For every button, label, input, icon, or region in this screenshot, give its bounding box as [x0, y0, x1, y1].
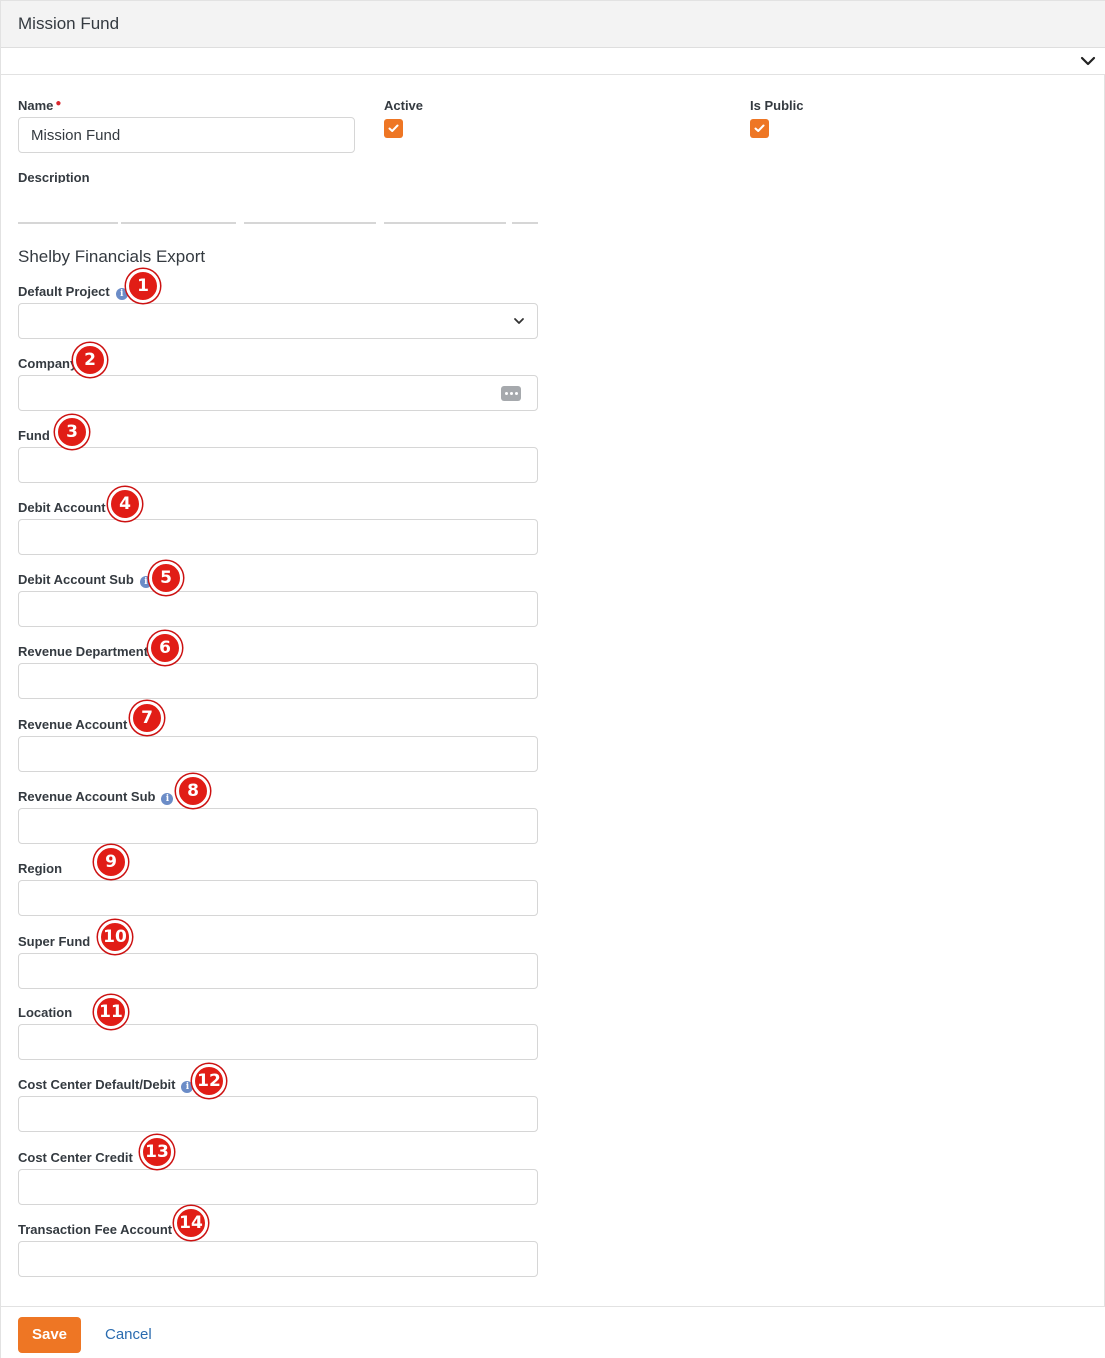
revenue-account-sub-input[interactable] [18, 808, 538, 844]
callout-badge-9: 9 [94, 845, 128, 879]
region-label: Region [18, 861, 62, 876]
callout-badge-1: 1 [126, 269, 160, 303]
debit-account-label-text: Debit Account [18, 500, 106, 515]
cost-center-default-debit-label: Cost Center Default/Debit i [18, 1077, 194, 1093]
default-project-label-text: Default Project [18, 284, 110, 299]
callout-badge-12: 12 [192, 1064, 226, 1098]
cost-center-credit-label: Cost Center Credit [18, 1150, 133, 1165]
callout-badge-3: 3 [55, 415, 89, 449]
callout-badge-13: 13 [140, 1135, 174, 1169]
fund-label: Fund [18, 428, 50, 443]
location-label: Location [18, 1005, 72, 1020]
name-label-text: Name [18, 98, 54, 113]
chevron-down-icon [514, 318, 524, 324]
location-label-text: Location [18, 1005, 73, 1020]
revenue-account-sub-label: Revenue Account Sub i [18, 789, 174, 805]
callout-badge-8: 8 [176, 774, 210, 808]
revenue-account-label-text: Revenue Account [18, 717, 128, 732]
cost-center-credit-label-text: Cost Center Credit [18, 1150, 133, 1165]
cost-center-default-debit-label-text: Cost Center Default/Debit [18, 1077, 176, 1092]
required-icon: ● [55, 98, 62, 109]
description-input-edge [121, 222, 236, 224]
location-input[interactable] [18, 1024, 538, 1060]
fund-label-text: Fund [18, 428, 50, 443]
callout-badge-6: 6 [148, 631, 182, 665]
panel-title: Mission Fund [18, 14, 120, 33]
callout-badge-14: 14 [174, 1206, 208, 1240]
transaction-fee-account-input[interactable] [18, 1241, 538, 1277]
company-picker[interactable] [18, 375, 538, 411]
revenue-account-sub-label-text: Revenue Account Sub [18, 789, 156, 804]
debit-account-label: Debit Account [18, 500, 106, 515]
description-input-edge [384, 222, 506, 224]
default-project-label: Default Project i [18, 284, 128, 300]
revenue-department-label: Revenue Department [18, 644, 148, 659]
info-icon[interactable]: i [161, 793, 174, 805]
transaction-fee-account-label: Transaction Fee Accounti [18, 1222, 191, 1238]
chevron-down-icon[interactable] [1080, 54, 1096, 68]
default-project-dropdown[interactable] [18, 303, 538, 339]
revenue-account-label: Revenue Account [18, 717, 127, 732]
panel-header: Mission Fund [1, 0, 1105, 48]
section-title: Shelby Financials Export [18, 247, 206, 266]
is-public-checkbox[interactable] [750, 119, 769, 138]
debit-account-input[interactable] [18, 519, 538, 555]
revenue-department-label-text: Revenue Department [18, 644, 149, 659]
callout-badge-2: 2 [73, 343, 107, 377]
active-label: Active [384, 98, 424, 113]
description-label: Description [18, 170, 90, 183]
name-input-value: Mission Fund [31, 127, 121, 144]
cost-center-credit-input[interactable] [18, 1169, 538, 1205]
edit-panel: Mission Fund Name ● Mission Fund Active I… [0, 0, 1105, 1358]
description-input-edge[interactable] [18, 222, 118, 224]
company-label-text: Company [18, 356, 78, 371]
region-input[interactable] [18, 880, 538, 916]
ellipsis-icon[interactable] [501, 386, 521, 401]
super-fund-label-text: Super Fund [18, 934, 91, 949]
super-fund-label: Super Fund [18, 934, 90, 949]
is-public-label: Is Public [750, 98, 804, 113]
revenue-department-input[interactable] [18, 663, 538, 699]
debit-account-sub-input[interactable] [18, 591, 538, 627]
cost-center-default-debit-input[interactable] [18, 1096, 538, 1132]
debit-account-sub-label: Debit Account Sub i [18, 572, 152, 588]
description-input-edge [512, 222, 538, 224]
name-label: Name ● [18, 98, 61, 113]
callout-badge-7: 7 [130, 701, 164, 735]
fund-input[interactable] [18, 447, 538, 483]
region-label-text: Region [18, 861, 63, 876]
callout-badge-4: 4 [108, 487, 142, 521]
company-label: Company [18, 356, 77, 371]
revenue-account-input[interactable] [18, 736, 538, 772]
callout-badge-11: 11 [94, 995, 128, 1029]
panel-drawer-toggle[interactable] [1, 48, 1105, 75]
save-button[interactable]: Save [18, 1317, 81, 1353]
check-icon [754, 124, 765, 132]
debit-account-sub-label-text: Debit Account Sub [18, 572, 134, 587]
panel-footer: Save Cancel [1, 1306, 1105, 1358]
cancel-button[interactable]: Cancel [105, 1326, 152, 1343]
active-checkbox[interactable] [384, 119, 403, 138]
check-icon [388, 124, 399, 132]
description-input-edge [244, 222, 376, 224]
transaction-fee-account-label-text: Transaction Fee Account [18, 1222, 173, 1237]
super-fund-input[interactable] [18, 953, 538, 989]
callout-badge-5: 5 [149, 561, 183, 595]
name-input[interactable]: Mission Fund [18, 117, 355, 153]
callout-badge-10: 10 [98, 920, 132, 954]
